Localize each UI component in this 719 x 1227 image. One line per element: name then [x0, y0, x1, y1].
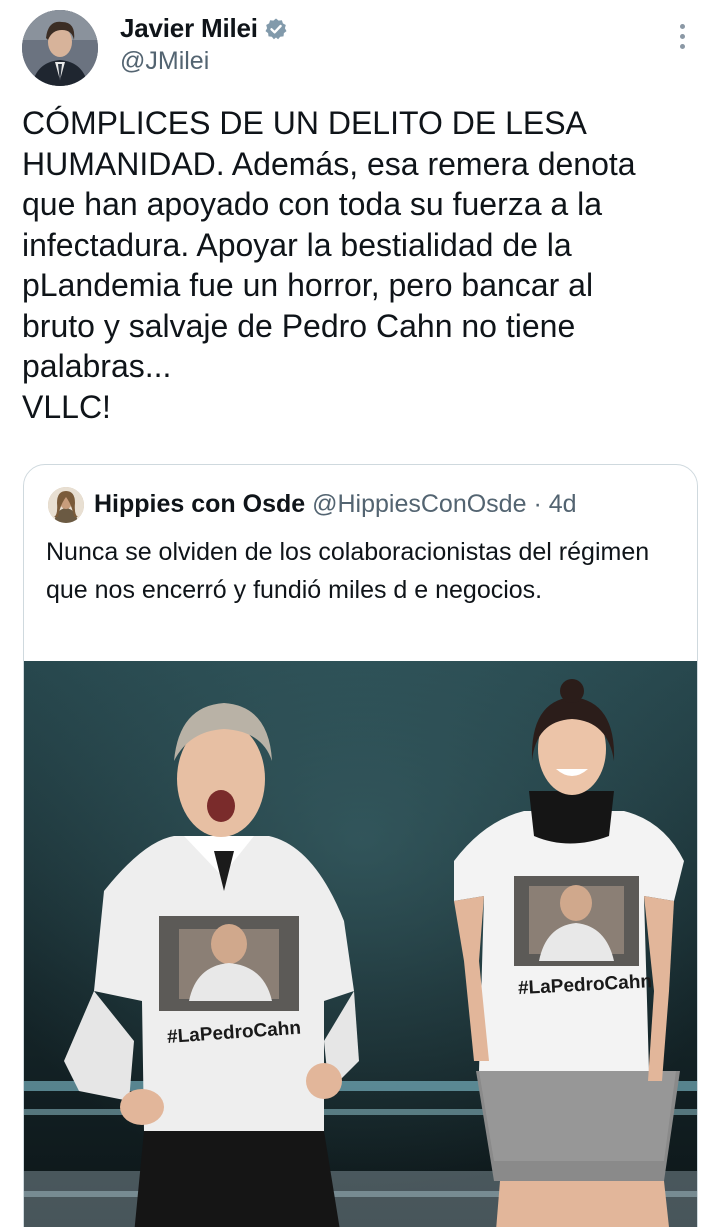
verified-badge-icon[interactable]	[264, 17, 288, 41]
quoted-header: Hippies con Osde @HippiesConOsde · 4d	[94, 490, 577, 519]
tweet: Javier Milei @JMilei CÓMPLICES DE UN DEL…	[0, 0, 719, 1227]
author-avatar[interactable]	[22, 10, 98, 86]
quoted-author-avatar[interactable]	[48, 487, 84, 523]
quoted-tweet[interactable]: Hippies con Osde @HippiesConOsde · 4d Nu…	[23, 464, 698, 1227]
quoted-display-name[interactable]: Hippies con Osde	[94, 490, 305, 518]
author-handle[interactable]: @JMilei	[120, 47, 209, 76]
more-options-icon[interactable]	[672, 24, 692, 56]
quoted-text: Nunca se olviden de los colaboracionista…	[46, 538, 650, 604]
author-display-name[interactable]: Javier Milei	[120, 13, 258, 44]
quoted-separator: ·	[533, 490, 542, 518]
author-name-row: Javier Milei	[120, 13, 288, 44]
tweet-text: CÓMPLICES DE UN DELITO DE LESA HUMANIDAD…	[22, 105, 636, 425]
quoted-timestamp[interactable]: 4d	[549, 490, 577, 518]
quoted-handle[interactable]: @HippiesConOsde	[312, 490, 526, 518]
quoted-photo[interactable]: #LaPedroCahn #LaPedroCahn	[24, 661, 697, 1227]
